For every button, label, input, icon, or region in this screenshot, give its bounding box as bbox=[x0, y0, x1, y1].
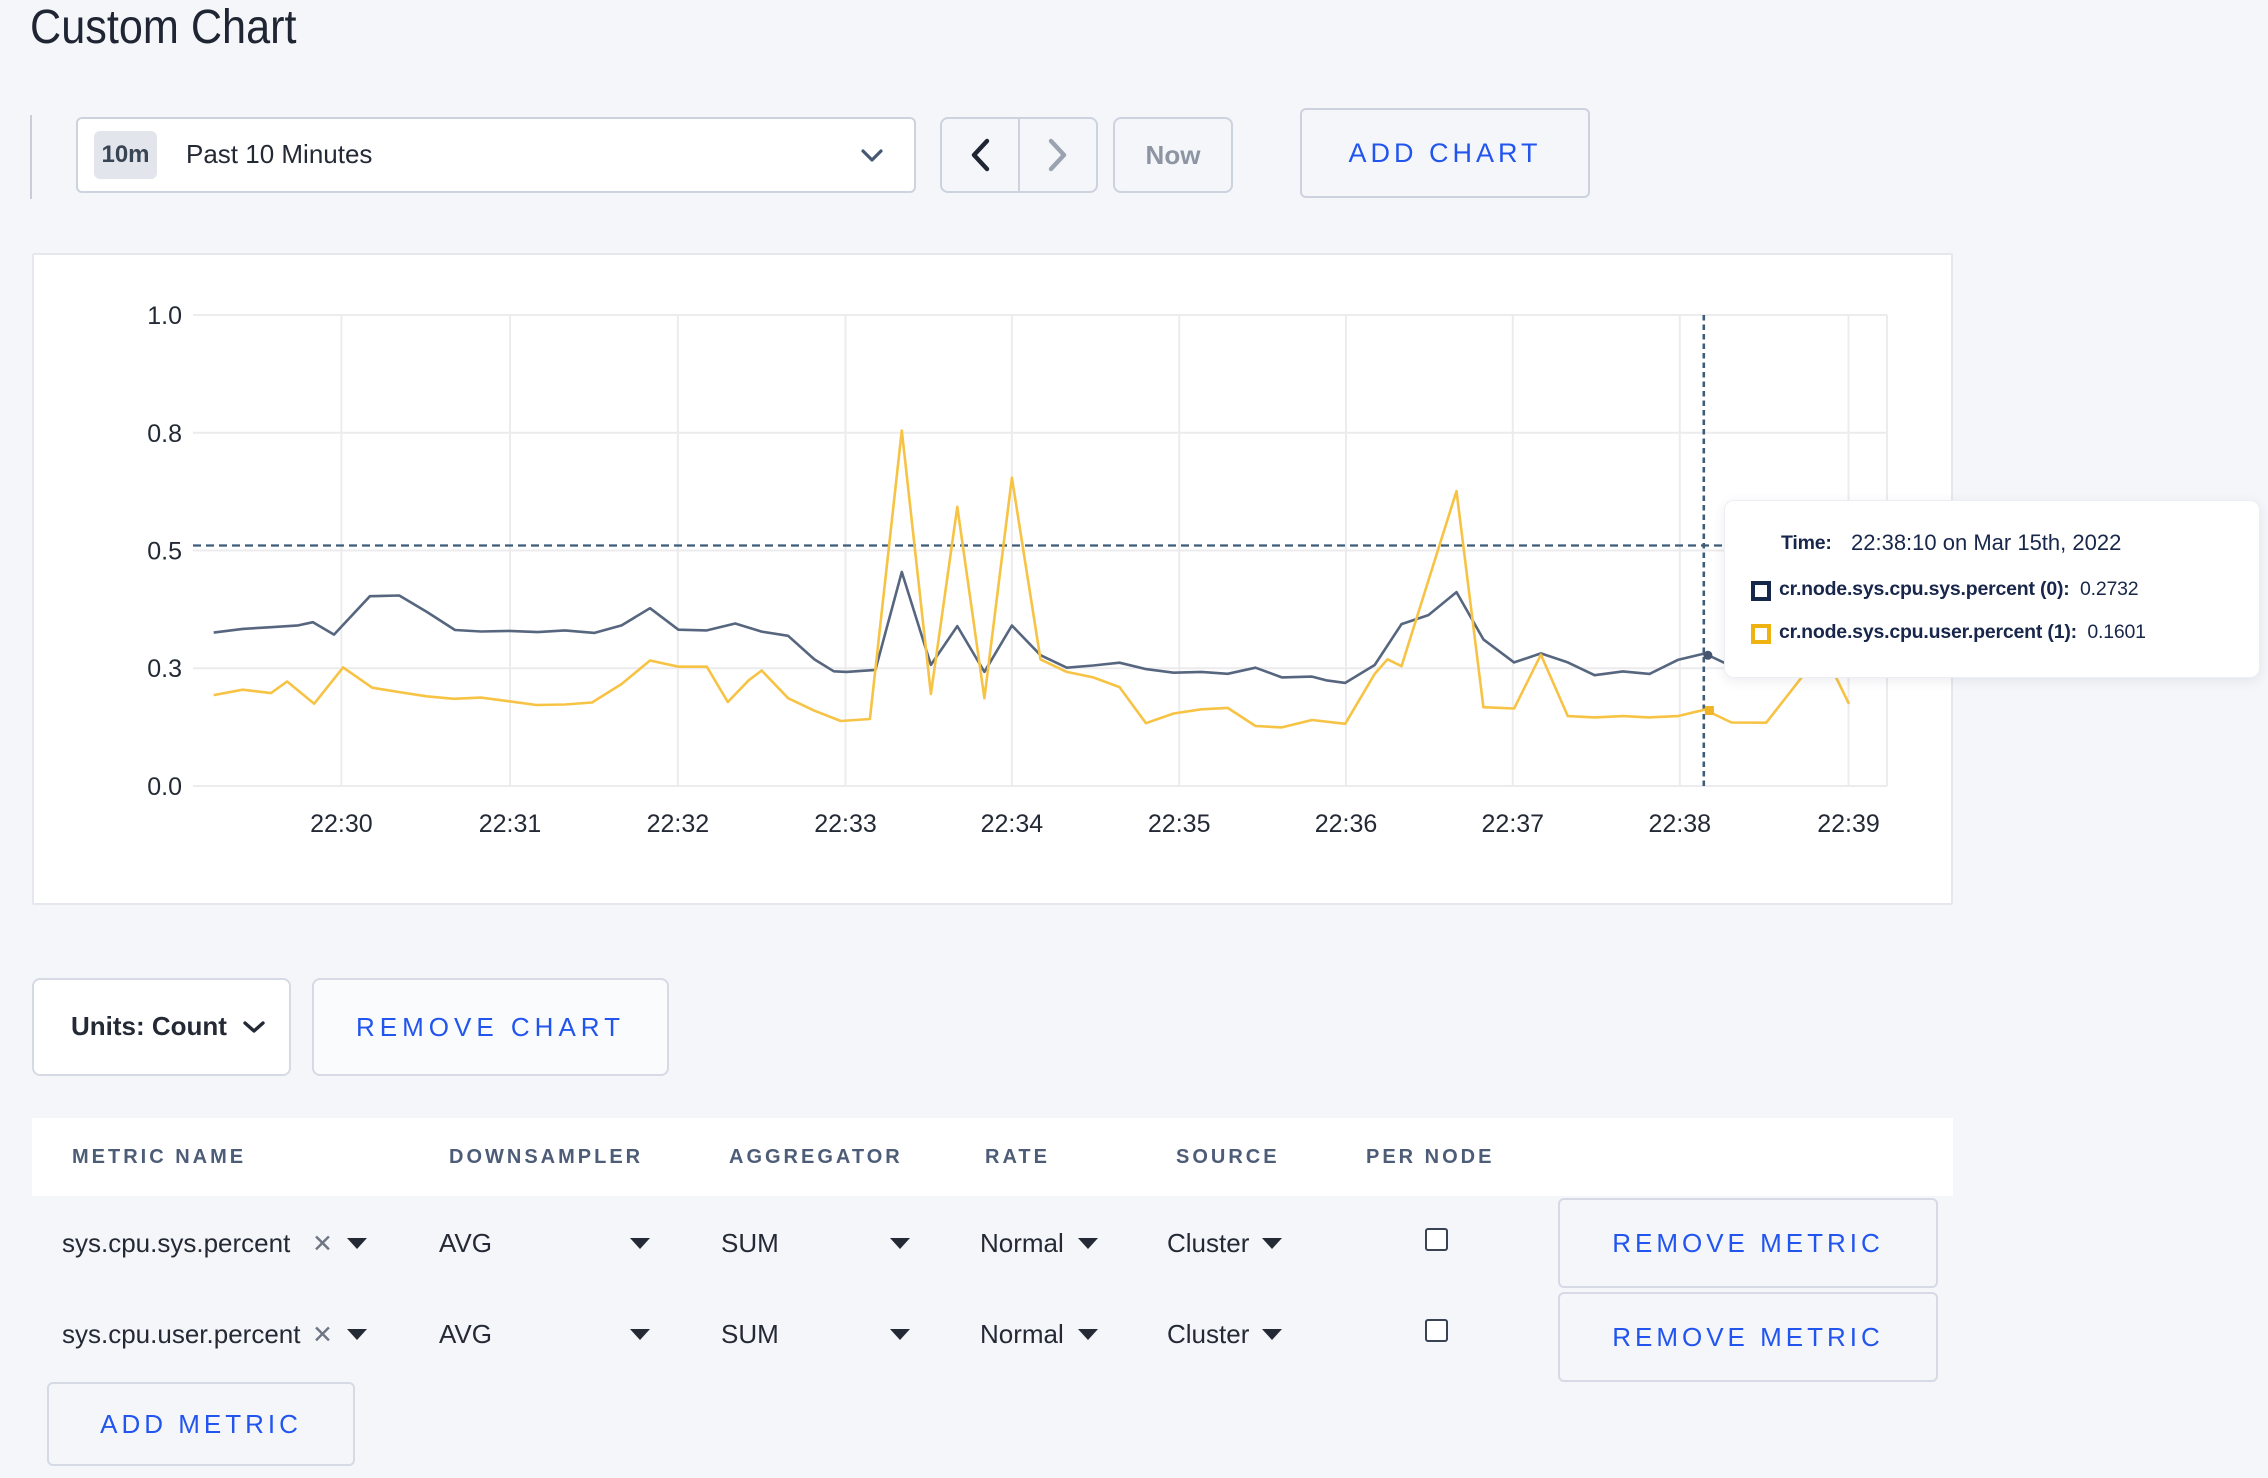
svg-text:0.5: 0.5 bbox=[147, 538, 182, 566]
svg-text:0.8: 0.8 bbox=[147, 420, 182, 448]
svg-text:22:37: 22:37 bbox=[1482, 810, 1545, 838]
svg-text:22:36: 22:36 bbox=[1315, 810, 1378, 838]
svg-text:0.0: 0.0 bbox=[147, 773, 182, 801]
svg-text:22:30: 22:30 bbox=[310, 810, 373, 838]
svg-text:22:32: 22:32 bbox=[647, 810, 710, 838]
svg-text:1.0: 1.0 bbox=[147, 302, 182, 330]
svg-text:22:39: 22:39 bbox=[1817, 810, 1880, 838]
svg-text:22:33: 22:33 bbox=[814, 810, 877, 838]
svg-text:22:34: 22:34 bbox=[981, 810, 1044, 838]
svg-text:22:31: 22:31 bbox=[479, 810, 542, 838]
svg-text:0.3: 0.3 bbox=[147, 655, 182, 683]
svg-text:22:38: 22:38 bbox=[1649, 810, 1712, 838]
svg-text:22:35: 22:35 bbox=[1148, 810, 1211, 838]
